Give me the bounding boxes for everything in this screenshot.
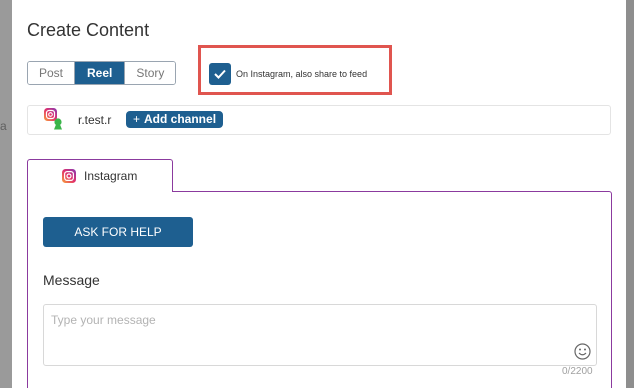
modal-title: Create Content bbox=[27, 20, 150, 40]
content-type-reel-button[interactable]: Reel bbox=[75, 62, 126, 84]
instagram-account-avatar-icon bbox=[44, 108, 62, 130]
create-content-modal: Create Content Post Reel Story On Instag… bbox=[12, 0, 626, 388]
message-placeholder: Type your message bbox=[51, 313, 156, 327]
tab-instagram-label: Instagram bbox=[84, 169, 138, 183]
share-to-feed-label: On Instagram, also share to feed bbox=[236, 69, 368, 79]
add-channel-button[interactable]: + Add channel bbox=[126, 111, 224, 128]
content-type-story-button[interactable]: Story bbox=[125, 62, 176, 84]
checkmark-icon bbox=[214, 69, 226, 79]
message-label: Message bbox=[43, 272, 100, 288]
ask-for-help-button[interactable]: ASK FOR HELP bbox=[43, 217, 193, 247]
add-channel-label: Add channel bbox=[144, 112, 217, 126]
share-to-feed-option[interactable]: On Instagram, also share to feed bbox=[209, 62, 367, 86]
share-to-feed-checkbox[interactable] bbox=[209, 63, 231, 85]
account-name: r.test.r bbox=[78, 113, 112, 127]
instagram-icon bbox=[62, 169, 76, 183]
message-input[interactable]: Type your message bbox=[43, 304, 597, 366]
content-type-post-button[interactable]: Post bbox=[28, 62, 76, 84]
background-overlay-right bbox=[626, 0, 634, 388]
character-counter: 0/2200 bbox=[562, 366, 593, 377]
tab-instagram[interactable]: Instagram bbox=[27, 159, 173, 192]
background-overlay-left: a bbox=[0, 0, 12, 388]
background-ghost-text: a bbox=[0, 119, 7, 133]
channel-bar: r.test.r + Add channel bbox=[27, 105, 611, 135]
emoji-icon[interactable] bbox=[574, 343, 591, 360]
plus-icon: + bbox=[133, 112, 141, 126]
content-type-selector: Post Reel Story bbox=[27, 61, 177, 85]
